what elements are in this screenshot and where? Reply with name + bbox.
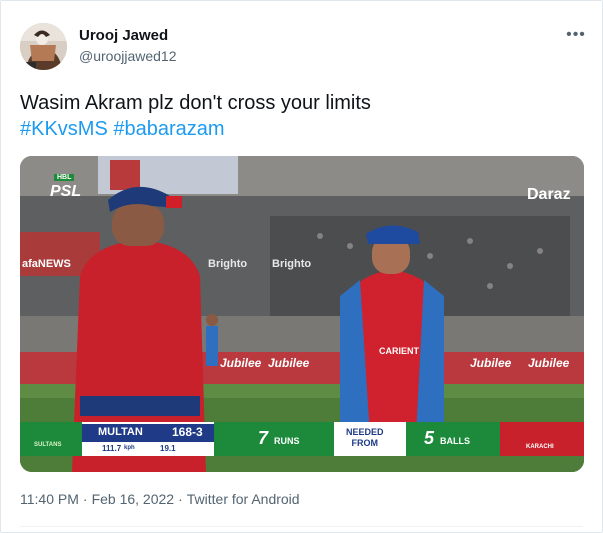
board-label: afaNEWS (22, 258, 71, 270)
fielder (206, 314, 218, 366)
over-count: 19.1 (160, 444, 176, 453)
daraz-sponsor-logo: Daraz (527, 186, 571, 203)
separator-dot: · (178, 491, 183, 507)
runs-needed-value: 7 (258, 428, 269, 448)
psl-logo: PSL (50, 183, 82, 200)
hashtag-link[interactable]: #babarazam (113, 118, 224, 140)
hashtag-link[interactable]: #KKvsMS (20, 118, 108, 140)
tweet-line: Wasim Akram plz don't cross your limits (20, 92, 371, 114)
author-name[interactable]: Urooj Jawed (79, 27, 168, 44)
balls-label: BALLS (440, 436, 470, 446)
ball-speed: 111.7 (102, 444, 122, 453)
tweet-time[interactable]: 11:40 PM (20, 491, 79, 507)
board-label: Jubilee (220, 356, 262, 370)
needed-from-label: NEEDED FROM (346, 427, 384, 448)
board-label: Jubilee (470, 356, 512, 370)
batting-team-name: MULTAN (98, 426, 143, 438)
avatar-image (20, 23, 67, 70)
author-handle[interactable]: @uroojjawed12 (79, 48, 177, 64)
media-image (20, 156, 584, 472)
separator-dot: · (82, 491, 88, 507)
divider (20, 526, 583, 527)
ball-speed-unit: kph (124, 445, 135, 451)
board-label: Jubilee (528, 356, 570, 370)
shirt-sponsor-text: CARIENT (379, 346, 419, 356)
balls-value: 5 (424, 428, 435, 448)
board-label: Brighto (272, 258, 312, 270)
hbl-label: HBL (54, 174, 75, 181)
tweet-hashtags: #KKvsMS #babarazam (20, 116, 580, 142)
more-options-button[interactable]: ••• (564, 25, 588, 45)
avatar[interactable] (20, 23, 67, 70)
tweet-source[interactable]: Twitter for Android (187, 491, 300, 507)
tweet-card: Urooj Jawed @uroojjawed12 ••• Wasim Akra… (0, 0, 603, 533)
team-score: 168-3 (172, 425, 203, 439)
right-team-logo: KARACHI (526, 444, 554, 450)
tweet-meta: 11:40 PM · Feb 16, 2022 · Twitter for Androi… (20, 491, 300, 507)
runs-needed-label: RUNS (274, 436, 300, 446)
board-label: Jubilee (268, 356, 310, 370)
left-team-logo: SULTANS (34, 442, 62, 448)
board-label: Brighto (208, 258, 248, 270)
tweet-date[interactable]: Feb 16, 2022 (92, 491, 175, 507)
tweet-text: Wasim Akram plz don't cross your limits … (20, 90, 580, 142)
tweet-media[interactable]: HBL PSL Daraz afaNEWS Brighto Brighto Ju… (20, 156, 584, 472)
